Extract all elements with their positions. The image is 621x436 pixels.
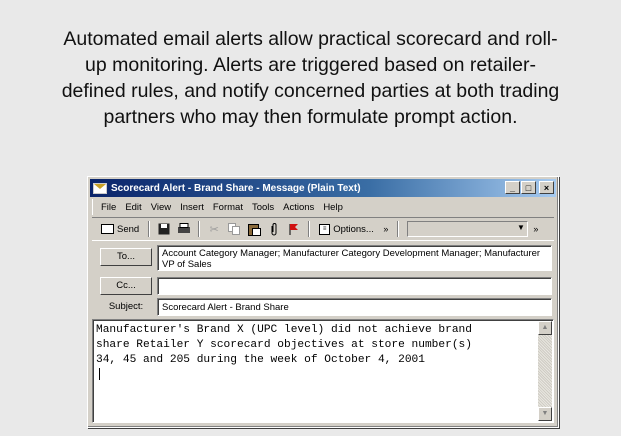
- message-text: Manufacturer's Brand X (UPC level) did n…: [96, 323, 531, 380]
- options-icon: ≡: [319, 223, 331, 235]
- caption: Automated email alerts allow practical s…: [10, 26, 611, 130]
- menu-edit[interactable]: Edit: [125, 202, 141, 213]
- minimize-button[interactable]: _: [505, 181, 520, 194]
- menu-file[interactable]: File: [101, 202, 116, 213]
- cc-row: Cc...: [92, 277, 552, 295]
- menu-insert[interactable]: Insert: [180, 202, 204, 213]
- to-row: To... Account Category Manager; Manufact…: [92, 245, 552, 271]
- send-label: Send: [117, 223, 140, 235]
- toolbar: Send ✂ ≡ Options... » ▼ »: [92, 217, 554, 241]
- subject-label: Subject:: [108, 301, 144, 312]
- chevron-down-icon: ▼: [516, 223, 525, 232]
- caption-line: partners who may then formulate prompt a…: [103, 106, 518, 128]
- options-label: Options...: [333, 223, 374, 235]
- message-window: Scorecard Alert - Brand Share - Message …: [87, 176, 559, 428]
- message-body[interactable]: Manufacturer's Brand X (UPC level) did n…: [92, 319, 554, 423]
- send-icon: [101, 224, 114, 234]
- menu-actions[interactable]: Actions: [283, 202, 314, 213]
- options-button[interactable]: ≡ Options...: [316, 220, 377, 238]
- menu-format[interactable]: Format: [213, 202, 243, 213]
- menu-view[interactable]: View: [151, 202, 171, 213]
- attach-icon[interactable]: [266, 221, 282, 237]
- send-button[interactable]: Send: [98, 220, 142, 238]
- vertical-scrollbar[interactable]: ▲ ▼: [538, 321, 552, 421]
- caption-line: up monitoring. Alerts are triggered base…: [85, 54, 536, 76]
- to-field[interactable]: Account Category Manager; Manufacturer C…: [157, 245, 552, 271]
- menu-help[interactable]: Help: [323, 202, 343, 213]
- menu-tools[interactable]: Tools: [252, 202, 274, 213]
- window-title: Scorecard Alert - Brand Share - Message …: [111, 182, 361, 194]
- cc-button[interactable]: Cc...: [100, 277, 152, 295]
- maximize-button[interactable]: □: [521, 181, 536, 194]
- scroll-up-icon[interactable]: ▲: [538, 321, 552, 335]
- message-line: 34, 45 and 205 during the week of Octobe…: [96, 353, 531, 380]
- cc-field[interactable]: [157, 277, 552, 295]
- format-dropdown[interactable]: ▼: [406, 221, 528, 237]
- message-line: Manufacturer's Brand X (UPC level) did n…: [96, 324, 472, 336]
- to-button[interactable]: To...: [100, 248, 152, 266]
- print-icon[interactable]: [176, 221, 192, 237]
- save-icon[interactable]: [156, 221, 172, 237]
- toolbar-separator: [198, 221, 201, 237]
- subject-row: Subject: Scorecard Alert - Brand Share: [92, 298, 552, 316]
- menu-bar: File Edit View Insert Format Tools Actio…: [92, 199, 554, 215]
- toolbar-separator: [308, 221, 311, 237]
- envelope-icon: [93, 182, 107, 194]
- cut-icon[interactable]: ✂: [206, 221, 222, 237]
- text-cursor: [99, 368, 100, 380]
- caption-line: defined rules, and notify concerned part…: [61, 80, 560, 102]
- scroll-down-icon[interactable]: ▼: [538, 407, 552, 421]
- caption-line: Automated email alerts allow practical s…: [63, 28, 558, 50]
- close-button[interactable]: ×: [539, 181, 554, 194]
- flag-icon[interactable]: [286, 221, 302, 237]
- paste-icon[interactable]: [246, 221, 262, 237]
- message-line-text: 34, 45 and 205 during the week of Octobe…: [96, 354, 425, 366]
- toolbar-overflow-icon[interactable]: »: [381, 221, 391, 237]
- toolbar-separator: [396, 221, 399, 237]
- copy-icon[interactable]: [226, 221, 242, 237]
- subject-field[interactable]: Scorecard Alert - Brand Share: [157, 298, 552, 316]
- message-line: share Retailer Y scorecard objectives at…: [96, 339, 472, 351]
- title-bar[interactable]: Scorecard Alert - Brand Share - Message …: [90, 179, 556, 197]
- toolbar-separator: [148, 221, 151, 237]
- toolbar-overflow-icon[interactable]: »: [532, 221, 540, 237]
